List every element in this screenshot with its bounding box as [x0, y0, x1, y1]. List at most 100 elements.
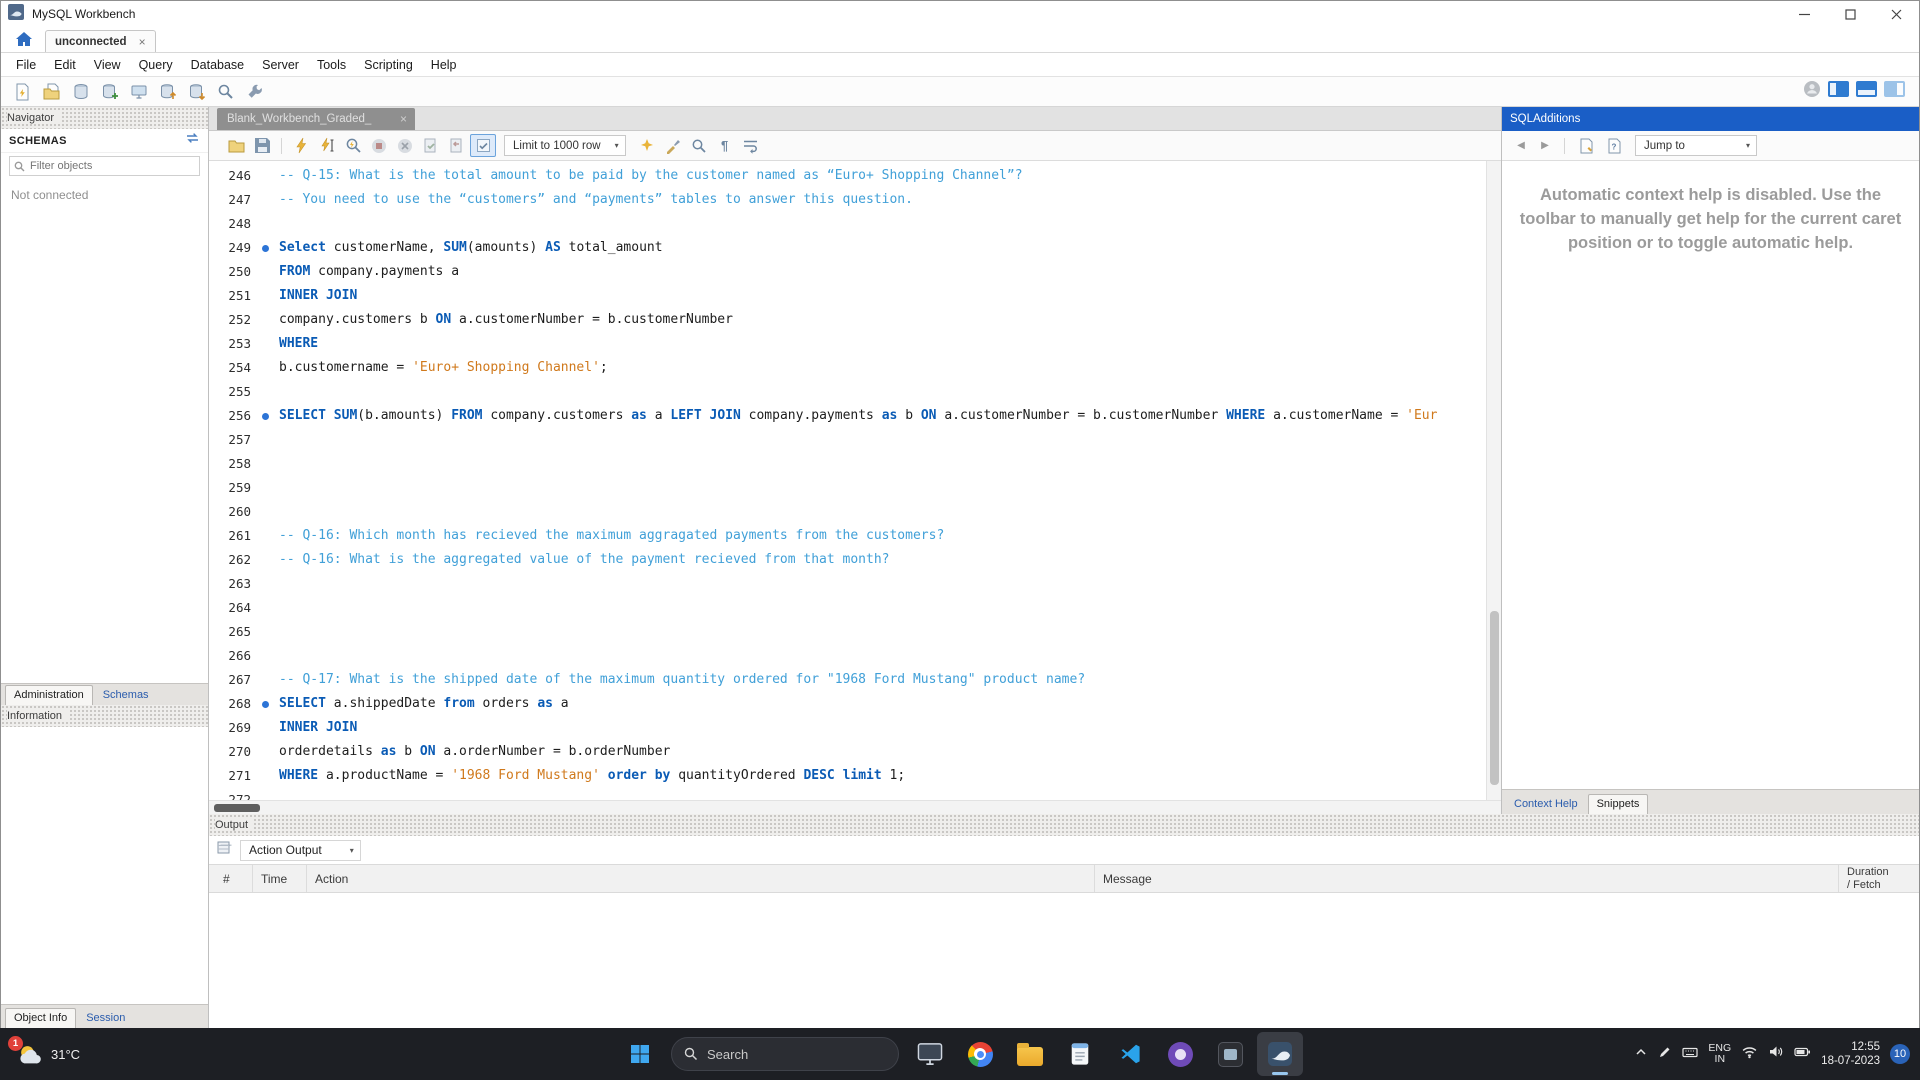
code-line[interactable]: 270orderdetails as b ON a.orderNumber = … [209, 740, 1486, 764]
code-line[interactable]: 252company.customers b ON a.customerNumb… [209, 308, 1486, 332]
taskbar-app-vscode[interactable] [1107, 1032, 1153, 1076]
code-line[interactable]: 253WHERE [209, 332, 1486, 356]
code-line[interactable]: 251INNER JOIN [209, 284, 1486, 308]
code-line[interactable]: 267-- Q-17: What is the shipped date of … [209, 668, 1486, 692]
menu-item-view[interactable]: View [85, 53, 130, 76]
tab-object-info[interactable]: Object Info [5, 1008, 76, 1028]
battery-icon[interactable] [1794, 1045, 1811, 1064]
taskbar-app-chrome[interactable] [957, 1032, 1003, 1076]
menu-item-help[interactable]: Help [422, 53, 466, 76]
menu-item-tools[interactable]: Tools [308, 53, 355, 76]
save-script-icon[interactable] [249, 134, 275, 157]
notification-count-badge[interactable]: 10 [1890, 1044, 1910, 1064]
server-admin-icon[interactable] [125, 79, 152, 104]
taskbar-app-purple[interactable] [1157, 1032, 1203, 1076]
code-line[interactable]: 255 [209, 380, 1486, 404]
menu-item-database[interactable]: Database [182, 53, 254, 76]
beautify-icon[interactable] [634, 134, 660, 157]
toggle-left-panel-icon[interactable] [1828, 81, 1849, 102]
maximize-button[interactable] [1827, 1, 1873, 27]
start-button[interactable] [617, 1032, 663, 1076]
code-line[interactable]: 249Select customerName, SUM(amounts) AS … [209, 236, 1486, 260]
tab-unconnected[interactable]: unconnected × [45, 30, 156, 52]
wifi-icon[interactable] [1741, 1044, 1758, 1064]
tray-keyboard-icon[interactable] [1682, 1045, 1698, 1064]
find-icon[interactable] [686, 134, 712, 157]
code-line[interactable]: 259 [209, 476, 1486, 500]
tab-context-help[interactable]: Context Help [1506, 795, 1586, 814]
schema-tree-area[interactable] [1, 211, 208, 683]
minimize-button[interactable] [1781, 1, 1827, 27]
code-line[interactable]: 263 [209, 572, 1486, 596]
close-tab-icon[interactable]: × [139, 35, 146, 49]
code-line[interactable]: 264 [209, 596, 1486, 620]
data-export-icon[interactable] [183, 79, 210, 104]
horizontal-scrollbar[interactable] [209, 800, 1501, 814]
commit-icon[interactable] [418, 134, 444, 157]
forward-icon[interactable]: ▶ [1534, 135, 1556, 157]
notifications-icon[interactable] [1803, 80, 1821, 103]
filter-objects-input[interactable] [9, 156, 200, 176]
taskbar-clock[interactable]: 12:55 18-07-2023 [1821, 1040, 1880, 1068]
tab-session[interactable]: Session [78, 1009, 133, 1028]
menu-item-scripting[interactable]: Scripting [355, 53, 422, 76]
language-indicator[interactable]: ENG IN [1708, 1043, 1731, 1066]
menu-item-server[interactable]: Server [253, 53, 308, 76]
toggle-autocommit-icon[interactable] [470, 134, 496, 157]
tab-schemas[interactable]: Schemas [95, 686, 157, 705]
new-connection-icon[interactable] [67, 79, 94, 104]
vertical-scrollbar-thumb[interactable] [1490, 611, 1499, 785]
limit-rows-dropdown[interactable]: Limit to 1000 row ▾ [504, 135, 626, 156]
code-line[interactable]: 268SELECT a.shippedDate from orders as a [209, 692, 1486, 716]
code-line[interactable]: 246-- Q-15: What is the total amount to … [209, 164, 1486, 188]
horizontal-scrollbar-thumb[interactable] [214, 804, 260, 812]
open-document-icon[interactable] [38, 79, 65, 104]
code-line[interactable]: 272 [209, 788, 1486, 800]
tab-snippets[interactable]: Snippets [1588, 794, 1649, 814]
toggle-bottom-panel-icon[interactable] [1856, 81, 1877, 102]
code-line[interactable]: 257 [209, 428, 1486, 452]
menu-item-edit[interactable]: Edit [45, 53, 85, 76]
menu-item-file[interactable]: File [7, 53, 45, 76]
vertical-scrollbar[interactable] [1486, 161, 1501, 800]
code-line[interactable]: 254b.customername = 'Euro+ Shopping Chan… [209, 356, 1486, 380]
taskbar-app-photos[interactable] [907, 1032, 953, 1076]
code-line[interactable]: 265 [209, 620, 1486, 644]
taskbar-app-notepad[interactable] [1057, 1032, 1103, 1076]
output-type-dropdown[interactable]: Action Output ▾ [240, 840, 361, 861]
code-line[interactable]: 258 [209, 452, 1486, 476]
sql-editor[interactable]: 246-- Q-15: What is the total amount to … [209, 161, 1501, 800]
context-help-doc-icon[interactable] [1573, 134, 1599, 157]
tray-pen-icon[interactable] [1658, 1045, 1672, 1064]
code-line[interactable]: 247-- You need to use the “customers” an… [209, 188, 1486, 212]
tray-chevron-up-icon[interactable] [1634, 1045, 1648, 1064]
explain-icon[interactable] [340, 134, 366, 157]
code-line[interactable]: 248 [209, 212, 1486, 236]
preferences-icon[interactable] [241, 79, 268, 104]
wrap-text-icon[interactable] [738, 134, 764, 157]
menu-item-query[interactable]: Query [130, 53, 182, 76]
jump-to-dropdown[interactable]: Jump to ▾ [1635, 135, 1757, 156]
open-script-icon[interactable] [223, 134, 249, 157]
code-line[interactable]: 262-- Q-16: What is the aggregated value… [209, 548, 1486, 572]
code-line[interactable]: 261-- Q-16: Which month has recieved the… [209, 524, 1486, 548]
toggle-right-panel-icon[interactable] [1884, 81, 1905, 102]
home-icon[interactable] [11, 27, 37, 51]
tab-administration[interactable]: Administration [5, 685, 93, 705]
close-button[interactable] [1873, 1, 1919, 27]
execute-current-icon[interactable] [314, 134, 340, 157]
new-script-icon[interactable] [9, 79, 36, 104]
code-line[interactable]: 260 [209, 500, 1486, 524]
invisible-chars-icon[interactable]: ¶ [712, 134, 738, 157]
code-line[interactable]: 266 [209, 644, 1486, 668]
back-icon[interactable]: ◀ [1510, 135, 1532, 157]
taskbar-app-file-explorer[interactable] [1007, 1032, 1053, 1076]
cleanup-icon[interactable] [660, 134, 686, 157]
sync-schemas-icon[interactable] [185, 131, 200, 150]
tab-blank-workbench-graded[interactable]: Blank_Workbench_Graded_ × [217, 108, 415, 130]
code-line[interactable]: 256SELECT SUM(b.amounts) FROM company.cu… [209, 404, 1486, 428]
execute-icon[interactable] [288, 134, 314, 157]
weather-widget[interactable]: 1 31°C [16, 1043, 80, 1065]
stop-icon[interactable] [366, 134, 392, 157]
code-line[interactable]: 269INNER JOIN [209, 716, 1486, 740]
